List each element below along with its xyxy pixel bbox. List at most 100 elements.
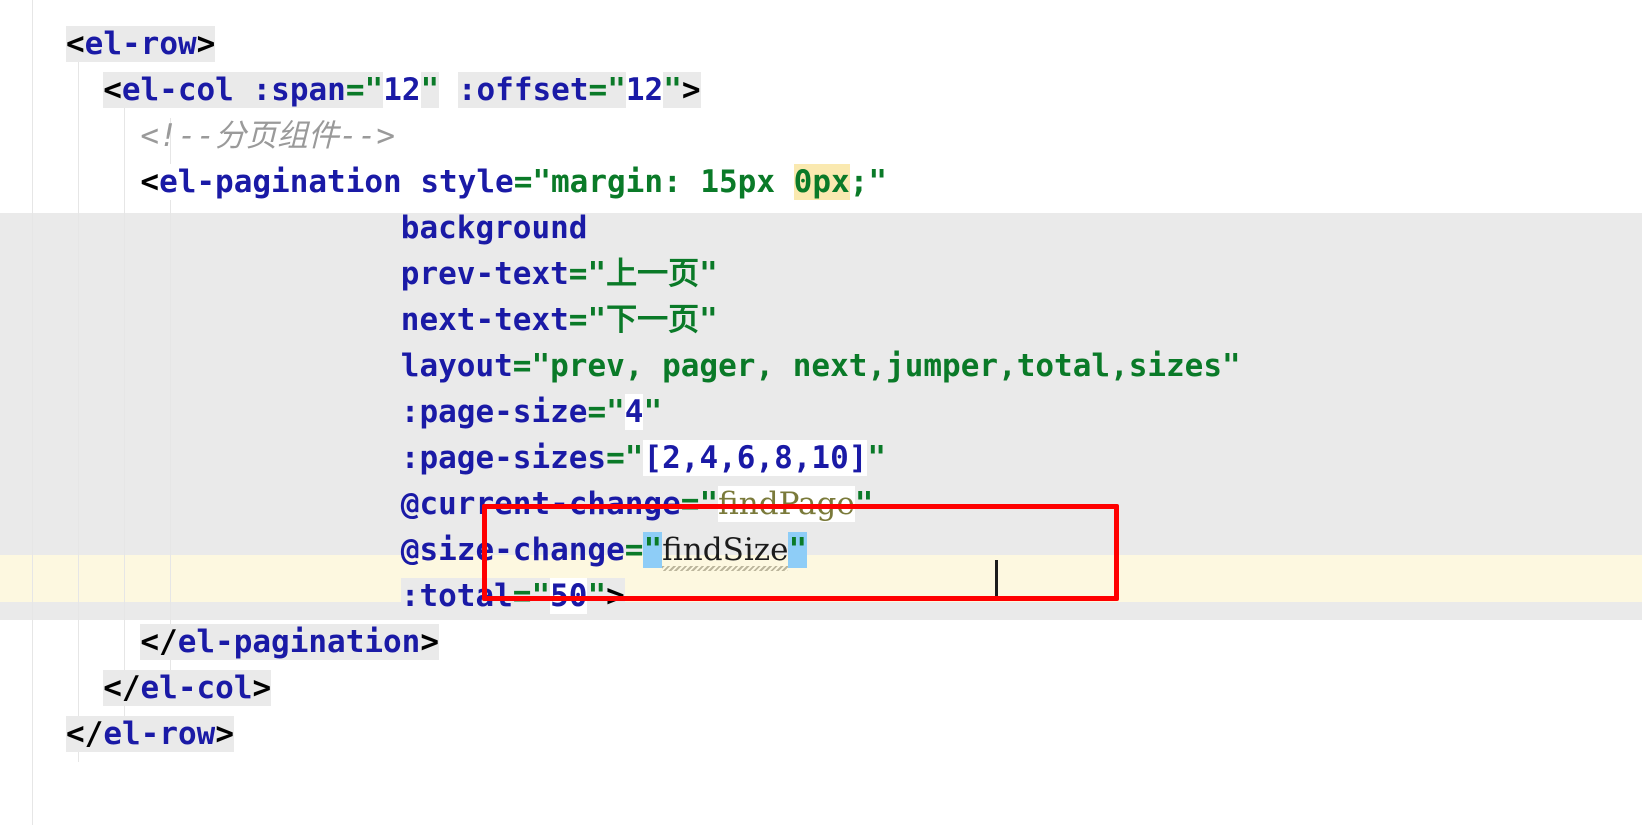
token-text: " bbox=[624, 440, 644, 476]
code-token: el-pagination bbox=[159, 164, 421, 200]
code-line[interactable]: prev-text="上一页" bbox=[0, 251, 1642, 297]
code-line[interactable]: </el-pagination> bbox=[0, 619, 1642, 665]
token-text: </ bbox=[66, 716, 104, 752]
token-text: " bbox=[788, 532, 808, 568]
token-text: :total bbox=[400, 578, 513, 614]
token-text: "prev, pager, next,jumper,total,sizes" bbox=[531, 348, 1241, 384]
code-token: style bbox=[420, 164, 514, 200]
code-token: = bbox=[569, 302, 588, 338]
token-text: = bbox=[606, 440, 625, 476]
token-text: = bbox=[513, 164, 533, 200]
token-text: @size-change bbox=[400, 532, 625, 568]
code-token: 50 bbox=[550, 578, 588, 614]
token-text: " bbox=[531, 578, 551, 614]
code-token: > bbox=[215, 716, 234, 752]
code-token: " bbox=[531, 578, 551, 614]
token-text: = bbox=[624, 532, 644, 568]
code-line[interactable]: :page-sizes="[2,4,6,8,10]" bbox=[0, 435, 1642, 481]
token-text: " bbox=[699, 486, 719, 522]
code-line[interactable]: @current-change="findPage" bbox=[0, 481, 1642, 527]
code-token: "上一页" bbox=[587, 256, 717, 292]
token-text: = bbox=[512, 578, 532, 614]
code-token: "下一页" bbox=[587, 302, 717, 338]
code-line[interactable]: <el-row> bbox=[0, 21, 1642, 67]
code-line[interactable]: :total="50"> bbox=[0, 573, 1642, 619]
token-text: [2,4,6,8,10] bbox=[643, 440, 868, 476]
code-line[interactable]: </el-col> bbox=[0, 665, 1642, 711]
code-token: > bbox=[681, 72, 701, 108]
token-text: :page-sizes bbox=[400, 440, 607, 476]
token-text: = bbox=[680, 486, 700, 522]
token-text: " bbox=[663, 72, 682, 108]
token-text: 12 bbox=[625, 72, 664, 108]
code-token: </ bbox=[140, 624, 178, 660]
token-text: 12 bbox=[383, 72, 421, 108]
code-token: " bbox=[788, 532, 808, 568]
token-text: " bbox=[587, 578, 607, 614]
token-text: @current-change bbox=[400, 486, 681, 522]
code-token: next-text bbox=[401, 302, 569, 338]
code-token: el-col bbox=[121, 72, 253, 108]
token-text: " bbox=[643, 532, 663, 568]
token-text: > bbox=[606, 578, 625, 614]
code-token: " bbox=[606, 394, 625, 430]
token-text: el-pagination bbox=[159, 164, 421, 200]
code-token: " bbox=[855, 486, 874, 522]
code-token: el-row bbox=[84, 26, 197, 62]
code-token: :page-size bbox=[401, 394, 588, 430]
code-token: = bbox=[587, 394, 606, 430]
code-line[interactable]: @size-change="findSize" bbox=[0, 527, 1642, 573]
code-token: background bbox=[401, 210, 588, 246]
token-text: :page-size bbox=[400, 394, 588, 430]
code-token: " bbox=[420, 72, 440, 108]
token-text: > bbox=[196, 26, 216, 62]
token-text: " bbox=[364, 72, 384, 108]
token-text: el-row bbox=[103, 716, 216, 752]
token-text: = bbox=[512, 348, 532, 384]
code-line[interactable]: layout="prev, pager, next,jumper,total,s… bbox=[0, 343, 1642, 389]
code-line[interactable]: <el-pagination style="margin: 15px 0px;" bbox=[0, 159, 1642, 205]
code-line[interactable]: </el-row> bbox=[0, 711, 1642, 757]
code-token: @size-change bbox=[401, 532, 625, 568]
token-text: :offset bbox=[457, 72, 589, 108]
token-text: el-pagination bbox=[177, 624, 421, 660]
code-token: " bbox=[364, 72, 384, 108]
code-line[interactable]: <!--分页组件--> bbox=[0, 113, 1642, 159]
code-token: > bbox=[606, 578, 625, 614]
token-text: <!--分页组件--> bbox=[140, 118, 396, 154]
token-text: " bbox=[867, 440, 887, 476]
token-text: < bbox=[140, 164, 160, 200]
code-token: > bbox=[420, 624, 440, 660]
token-text: style bbox=[420, 164, 514, 200]
code-editor[interactable]: <el-row> <el-col :span="12" :offset="12">… bbox=[0, 0, 1642, 825]
code-token: " bbox=[607, 72, 626, 108]
token-text: findPage bbox=[718, 486, 855, 522]
code-token: 12 bbox=[383, 72, 421, 108]
token-text: layout bbox=[400, 348, 513, 384]
code-token: el-pagination bbox=[177, 624, 421, 660]
token-text: el-col bbox=[121, 72, 253, 108]
code-token: </ bbox=[66, 716, 104, 752]
token-text: :span bbox=[252, 72, 346, 108]
code-line[interactable]: :page-size="4" bbox=[0, 389, 1642, 435]
token-text: "上一页" bbox=[587, 256, 718, 292]
code-line[interactable]: background bbox=[0, 205, 1642, 251]
code-token: layout bbox=[401, 348, 513, 384]
code-line[interactable]: <el-col :span="12" :offset="12"> bbox=[0, 67, 1642, 113]
token-text: </ bbox=[140, 624, 178, 660]
code-token: findSize bbox=[662, 532, 789, 571]
code-token: " bbox=[699, 486, 718, 522]
code-line[interactable]: next-text="下一页" bbox=[0, 297, 1642, 343]
code-token: " bbox=[587, 578, 607, 614]
token-text: "下一页" bbox=[587, 302, 718, 338]
token-text: = bbox=[588, 72, 608, 108]
code-token: :total bbox=[400, 578, 513, 614]
code-token: < bbox=[66, 26, 85, 62]
code-token: = bbox=[513, 348, 532, 384]
code-token: 12 bbox=[625, 72, 664, 108]
code-token: 0px bbox=[793, 164, 850, 200]
code-token: > bbox=[252, 670, 272, 706]
code-token: [2,4,6,8,10] bbox=[643, 440, 868, 476]
token-text: = bbox=[345, 72, 365, 108]
